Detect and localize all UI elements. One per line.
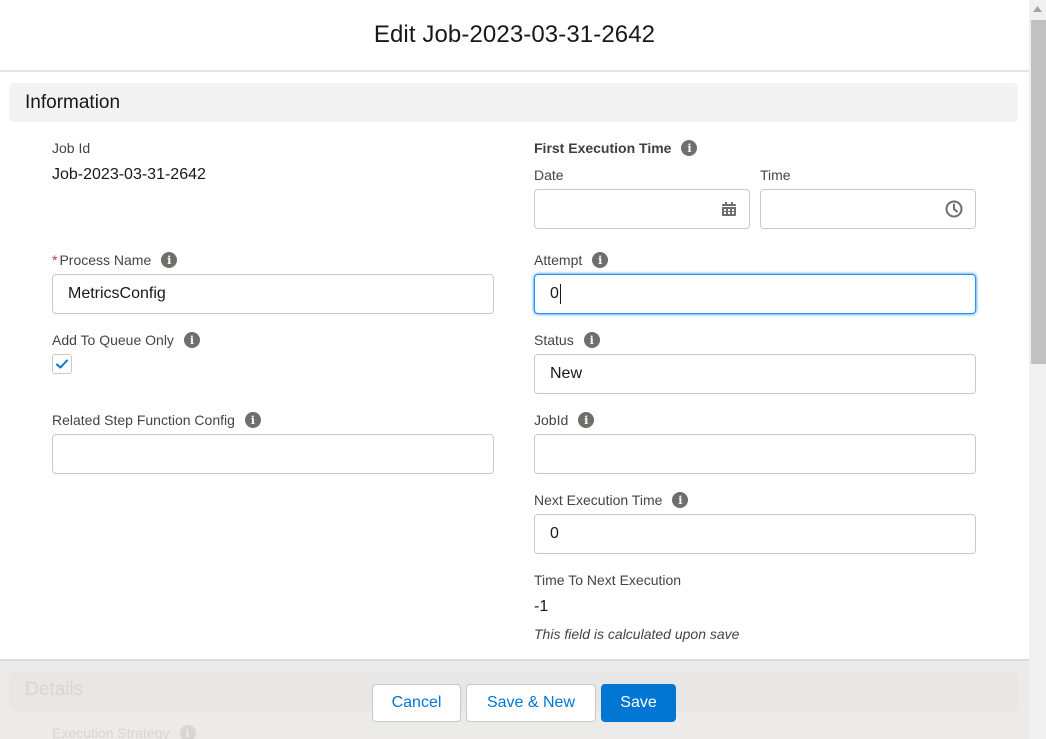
next-execution-time-label: Next Execution Time i [534,492,689,508]
required-indicator: * [52,252,58,268]
scroll-up-arrow-icon[interactable] [1029,0,1046,18]
time-to-next-execution-value: -1 [534,598,549,615]
save-button[interactable]: Save [601,684,676,722]
add-to-queue-only-label: Add To Queue Only i [52,332,200,348]
info-icon[interactable]: i [672,492,689,508]
time-label-text: Time [760,167,791,183]
jobid-label: JobId i [534,412,595,428]
info-icon[interactable]: i [161,252,178,268]
jobid-label-text: JobId [534,412,569,428]
modal-title: Edit Job-2023-03-31-2642 [373,21,656,48]
time-to-next-execution-label-text: Time To Next Execution [534,572,682,588]
job-id-label-text: Job Id [52,140,91,156]
save-and-new-button[interactable]: Save & New [466,684,596,722]
attempt-value: 0 [550,285,559,302]
next-execution-time-label-text: Next Execution Time [534,492,663,508]
attempt-input[interactable]: 0 [534,274,976,314]
info-icon[interactable]: i [592,252,609,268]
time-input[interactable] [760,189,976,229]
related-step-function-config-input[interactable] [52,434,494,474]
info-icon[interactable]: i [578,412,595,428]
execution-strategy-label-text: Execution Strategy [52,725,170,739]
status-label: Status i [534,332,600,348]
calendar-icon[interactable] [721,201,737,217]
process-name-label-text: Process Name [59,252,152,268]
cancel-button[interactable]: Cancel [372,684,461,722]
date-label-text: Date [534,167,564,183]
status-value: New [550,365,583,382]
attempt-label: Attempt i [534,252,609,268]
calculated-field-hint: This field is calculated upon save [534,626,740,642]
info-icon[interactable]: i [183,332,200,348]
job-id-label: Job Id [52,140,90,156]
modal-footer: Details Execution Strategy i Cancel Save… [0,659,1029,739]
related-step-function-config-label: Related Step Function Config i [52,412,261,428]
info-icon[interactable]: i [681,140,698,156]
next-execution-time-input[interactable]: 0 [534,514,976,554]
checkmark-icon [56,359,68,369]
section-title: Information [25,91,121,113]
add-to-queue-only-label-text: Add To Queue Only [52,332,174,348]
section-header-information[interactable]: Information [9,83,1018,122]
date-label: Date [534,167,564,183]
process-name-input[interactable]: MetricsConfig [52,274,494,314]
related-step-function-config-label-text: Related Step Function Config [52,412,235,428]
add-to-queue-only-checkbox[interactable] [52,354,72,374]
details-section-title: Details [25,679,84,700]
time-label: Time [760,167,791,183]
status-label-text: Status [534,332,574,348]
next-execution-time-value: 0 [550,525,559,542]
info-icon: i [179,725,196,739]
job-id-value: Job-2023-03-31-2642 [52,166,206,183]
modal-header: Edit Job-2023-03-31-2642 [0,0,1029,72]
time-to-next-execution-label: Time To Next Execution [534,572,681,588]
attempt-label-text: Attempt [534,252,583,268]
info-icon[interactable]: i [583,332,600,348]
clock-icon[interactable] [945,200,963,218]
process-name-value: MetricsConfig [68,285,166,302]
date-input[interactable] [534,189,750,229]
execution-strategy-label: Execution Strategy i [52,725,196,739]
status-input[interactable]: New [534,354,976,394]
text-caret [559,284,561,304]
info-icon[interactable]: i [244,412,261,428]
process-name-label: * Process Name i [52,252,178,268]
scrollbar-thumb[interactable] [1031,20,1046,364]
first-execution-time-label-text: First Execution Time [534,140,672,156]
first-execution-time-label: First Execution Time i [534,140,698,156]
jobid-input[interactable] [534,434,976,474]
vertical-scrollbar[interactable] [1029,0,1046,739]
